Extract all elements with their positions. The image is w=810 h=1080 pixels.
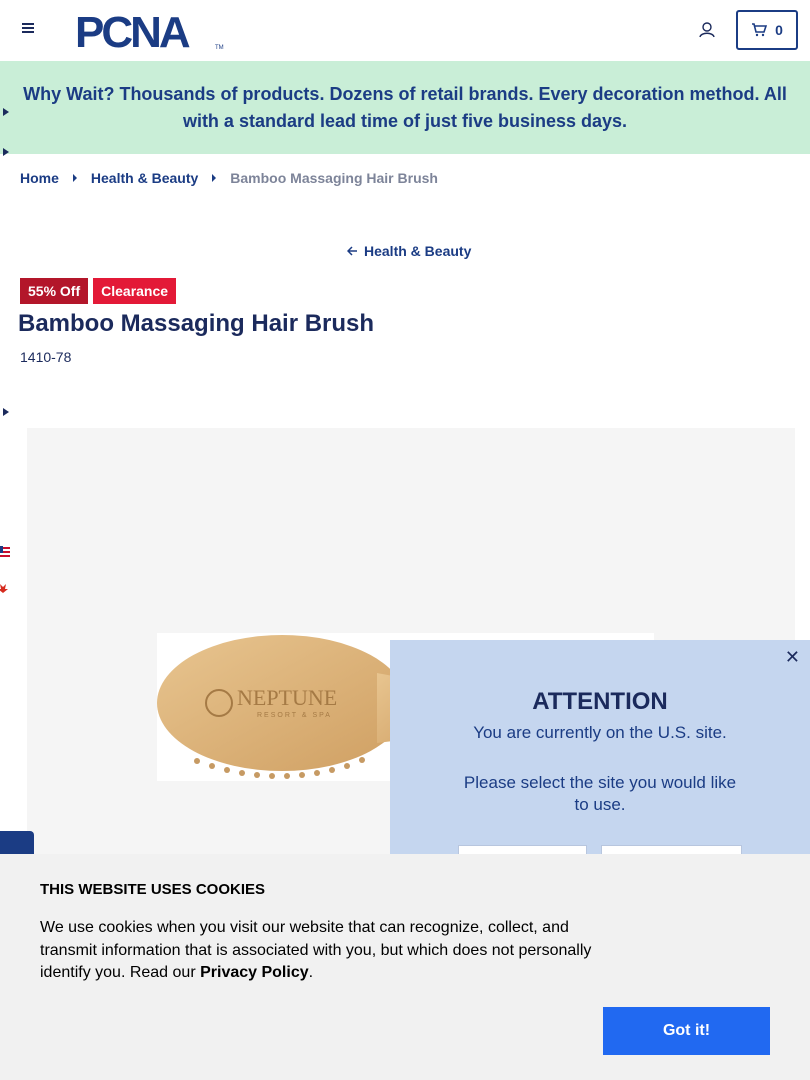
arrow-left-icon (347, 246, 357, 256)
product-sku: 1410-78 (20, 349, 72, 365)
cookie-banner: THIS WEBSITE USES COOKIES We use cookies… (0, 854, 810, 1080)
promo-text: Why Wait? Thousands of products. Dozens … (23, 83, 787, 131)
accept-cookies-button[interactable]: Got it! (603, 1007, 770, 1055)
breadcrumb-current: Bamboo Massaging Hair Brush (230, 170, 438, 186)
account-icon[interactable] (697, 20, 717, 40)
cookie-title: THIS WEBSITE USES COOKIES (40, 881, 266, 898)
back-to-category-link[interactable]: Health & Beauty (347, 243, 471, 259)
pcna-logo[interactable]: PCNA TM (75, 8, 225, 57)
side-arrow-icon[interactable] (1, 407, 11, 417)
cart-count: 0 (775, 22, 783, 38)
us-flag-icon[interactable] (0, 546, 12, 560)
hamburger-menu-icon[interactable] (18, 21, 38, 39)
site-header: PCNA TM 0 (0, 0, 810, 61)
chevron-right-icon (212, 174, 217, 182)
modal-title: ATTENTION (532, 688, 668, 715)
clearance-badge: Clearance (93, 278, 177, 304)
svg-text:TM: TM (215, 45, 224, 51)
cart-icon (752, 23, 768, 37)
close-icon[interactable]: ✕ (785, 648, 800, 666)
breadcrumb-health-beauty[interactable]: Health & Beauty (91, 170, 198, 186)
svg-text:RESORT & SPA: RESORT & SPA (257, 712, 332, 719)
modal-current-site-text: You are currently on the U.S. site. (473, 723, 727, 742)
breadcrumb-home[interactable]: Home (20, 170, 59, 186)
promo-banner: Why Wait? Thousands of products. Dozens … (0, 61, 810, 154)
modal-select-site-text: Please select the site you would like to… (463, 773, 737, 814)
privacy-policy-link[interactable]: Privacy Policy (200, 964, 309, 981)
discount-badge: 55% Off (20, 278, 89, 304)
svg-text:PCNA: PCNA (75, 9, 190, 51)
side-arrow-icon[interactable] (1, 147, 11, 157)
svg-text:NEPTUNE: NEPTUNE (237, 685, 337, 710)
product-badges: 55% Off Clearance (20, 278, 177, 304)
chevron-right-icon (72, 174, 77, 182)
breadcrumb: Home Health & Beauty Bamboo Massaging Ha… (20, 170, 438, 186)
cookie-period: . (308, 964, 314, 981)
cookie-text: We use cookies when you visit our websit… (40, 917, 600, 985)
cookie-body: We use cookies when you visit our websit… (40, 919, 592, 981)
canada-flag-icon[interactable] (0, 581, 12, 595)
product-title: Bamboo Massaging Hair Brush (18, 310, 375, 337)
side-arrow-icon[interactable] (1, 107, 11, 117)
cart-button[interactable]: 0 (736, 10, 798, 50)
back-link-label: Health & Beauty (364, 243, 472, 259)
